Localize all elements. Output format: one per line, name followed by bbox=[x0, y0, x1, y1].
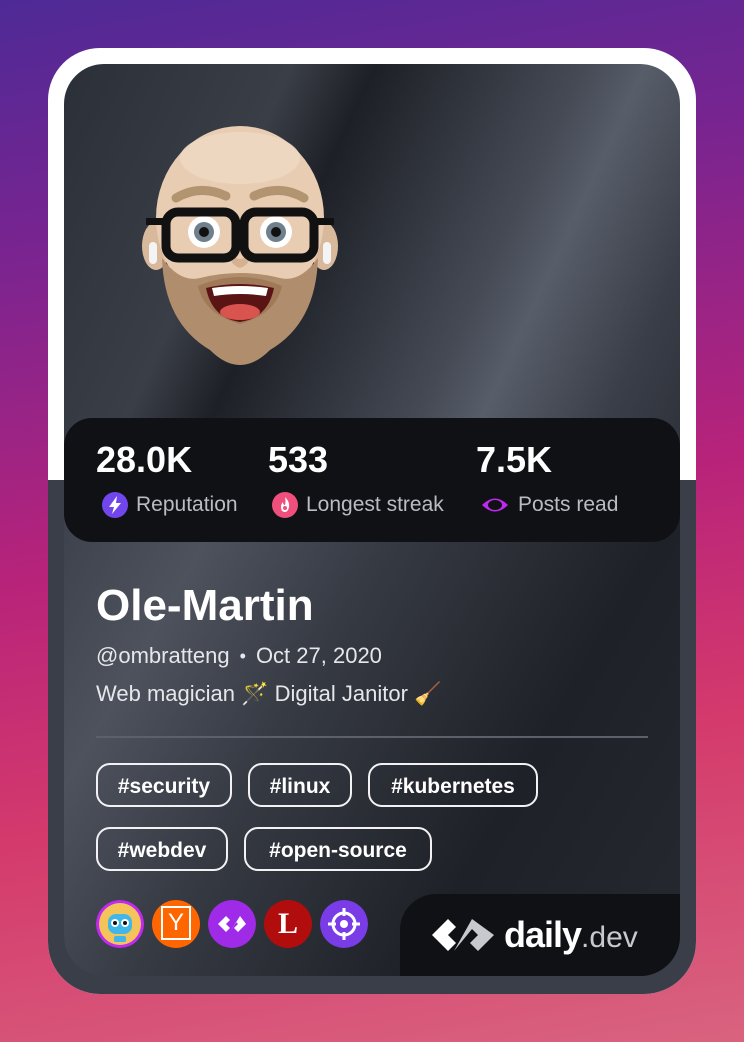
stat-label: Posts read bbox=[518, 493, 619, 516]
tag-kubernetes[interactable]: #kubernetes bbox=[368, 763, 538, 807]
eye-icon bbox=[482, 498, 508, 512]
stats-panel: 28.0K Reputation 533 Longest streak 7.5K bbox=[64, 418, 680, 542]
stat-value: 28.0K bbox=[96, 439, 193, 480]
profile-bio: Web magician 🪄 Digital Janitor 🧹 bbox=[96, 681, 442, 706]
daily-dev-source-icon[interactable] bbox=[208, 900, 256, 948]
profile-meta: @ombratteng • Oct 27, 2020 bbox=[96, 643, 382, 669]
stat-value: 7.5K bbox=[476, 439, 553, 480]
tag-webdev[interactable]: #webdev bbox=[96, 827, 228, 871]
stat-label: Reputation bbox=[136, 493, 238, 516]
tag-linux[interactable]: #linux bbox=[248, 763, 352, 807]
target-source-icon[interactable] bbox=[320, 900, 368, 948]
tag-open-source[interactable]: #open-source bbox=[244, 827, 432, 871]
brand-wordmark: daily.dev bbox=[504, 914, 638, 955]
profile-joined-date: Oct 27, 2020 bbox=[255, 643, 382, 668]
stat-posts-read: 7.5K Posts read bbox=[476, 440, 618, 518]
tag-security[interactable]: #security bbox=[96, 763, 232, 807]
flame-icon bbox=[272, 492, 298, 518]
profile-name: Ole-Martin bbox=[96, 581, 314, 630]
avatar bbox=[142, 126, 338, 365]
stat-value: 533 bbox=[268, 439, 329, 480]
stat-streak: 533 Longest streak bbox=[268, 440, 444, 518]
meta-separator: • bbox=[239, 645, 246, 666]
profile-handle: @ombratteng bbox=[96, 643, 230, 668]
stat-label: Longest streak bbox=[306, 493, 444, 516]
stat-reputation: 28.0K Reputation bbox=[96, 440, 238, 518]
l-source-icon[interactable]: L bbox=[264, 900, 312, 948]
daily-dev-logo-icon bbox=[432, 919, 494, 951]
robot-source-icon[interactable] bbox=[96, 900, 144, 948]
lightning-icon bbox=[102, 492, 128, 518]
divider bbox=[96, 736, 648, 738]
hacker-news-icon[interactable]: Y bbox=[152, 900, 200, 948]
brand-badge: daily.dev bbox=[400, 894, 680, 976]
